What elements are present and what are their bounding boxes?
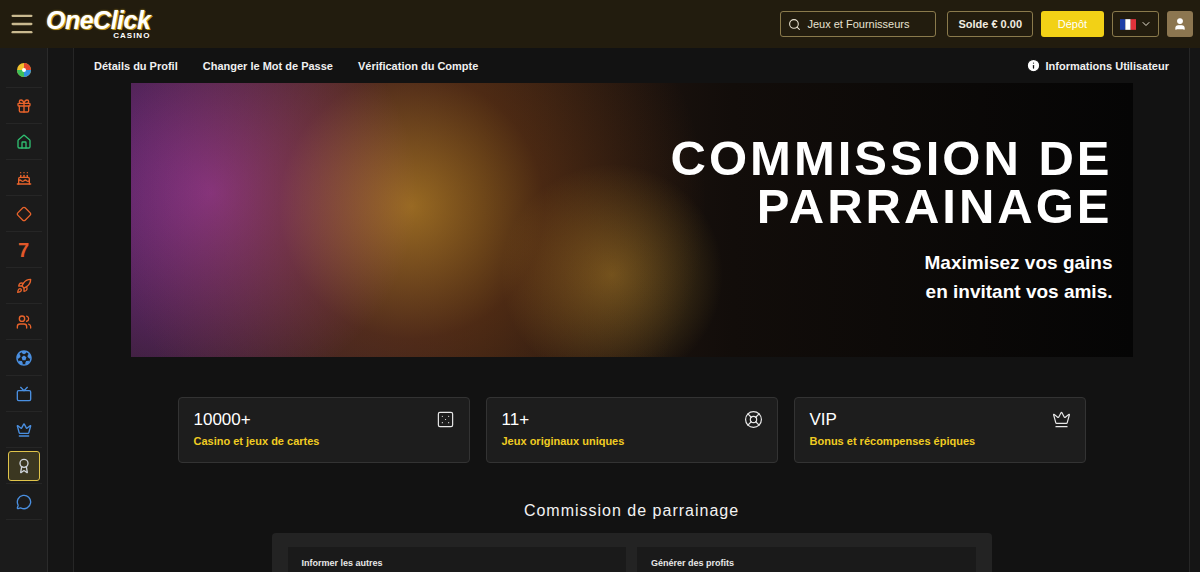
- diamond-icon: [16, 206, 32, 222]
- stat-value: VIP: [810, 410, 976, 430]
- sidebar-item[interactable]: [6, 448, 42, 484]
- sidebar-item-frame: [8, 415, 40, 445]
- stat-label: Casino et jeux de cartes: [194, 435, 320, 447]
- banner-title: PARRAINAGE: [757, 182, 1113, 230]
- sidebar-item-frame: [8, 271, 40, 301]
- cake-icon: [16, 170, 32, 186]
- referral-banner: COMMISSION DEPARRAINAGE Maximisez vos gai…: [131, 83, 1133, 357]
- sidebar-item[interactable]: [6, 484, 42, 520]
- sidebar-item-frame: [8, 199, 40, 229]
- sidebar-item-frame: [8, 343, 40, 373]
- step-card: Générer des profits: [637, 547, 976, 572]
- stat-card: 10000+ Casino et jeux de cartes: [178, 397, 470, 463]
- sidebar-item[interactable]: [6, 196, 42, 232]
- search-placeholder: Jeux et Fournisseurs: [807, 18, 909, 30]
- logo-name: OneClick: [46, 8, 150, 33]
- chip-icon: [744, 410, 763, 429]
- step-card: Informer les autres: [288, 547, 627, 572]
- stat-value: 11+: [502, 410, 625, 430]
- sidebar-item-frame: [8, 379, 40, 409]
- rocket-icon: [16, 278, 32, 294]
- sidebar-item[interactable]: [6, 52, 42, 88]
- stats-row: 10000+ Casino et jeux de cartes 11+ Jeux or…: [178, 397, 1086, 463]
- search-icon: [788, 18, 801, 31]
- sidebar-item[interactable]: 7: [6, 232, 42, 268]
- gift-icon: [16, 98, 32, 114]
- sidebar-item-frame: [8, 91, 40, 121]
- seven-icon: 7: [18, 240, 29, 260]
- profile-tabs: Détails du Profil Changer le Mot de Passe…: [74, 48, 1189, 83]
- profile-tab[interactable]: Changer le Mot de Passe: [203, 60, 333, 72]
- sidebar-item-frame: [8, 451, 40, 481]
- france-flag-icon: [1120, 19, 1136, 30]
- tv-icon: [16, 386, 32, 402]
- sidebar-item-frame: [8, 163, 40, 193]
- stat-card: 11+ Jeux originaux uniques: [486, 397, 778, 463]
- section-title: Commission de parrainage: [74, 499, 1189, 523]
- sidebar-item-frame: [8, 487, 40, 517]
- stat-label: Bonus et récompenses épiques: [810, 435, 976, 447]
- crown-icon: [16, 422, 32, 438]
- sidebar-item[interactable]: [6, 376, 42, 412]
- sidebar-item[interactable]: [6, 268, 42, 304]
- user-button[interactable]: [1167, 11, 1193, 37]
- sidebar-item-frame: [8, 55, 40, 85]
- logo[interactable]: OneClickCASINO: [46, 8, 150, 40]
- balance[interactable]: Solde € 0.00: [947, 11, 1033, 37]
- sidebar-item[interactable]: [6, 340, 42, 376]
- sidebar-item[interactable]: [6, 160, 42, 196]
- menu-button[interactable]: [8, 10, 36, 38]
- banner-subtitle: en invitant vos amis.: [926, 277, 1113, 306]
- logo-sub: CASINO: [113, 32, 150, 40]
- dice-icon: [436, 410, 455, 429]
- crown-icon: [1052, 410, 1071, 429]
- deposit-button[interactable]: Dépôt: [1041, 11, 1104, 37]
- stat-label: Jeux originaux uniques: [502, 435, 625, 447]
- language-select[interactable]: [1112, 11, 1159, 37]
- banner-subtitle: Maximisez vos gains: [925, 248, 1113, 277]
- steps-panel: Informer les autres Générer des profits: [272, 533, 992, 572]
- sidebar-item[interactable]: [6, 412, 42, 448]
- banner-title: COMMISSION DE: [671, 134, 1113, 182]
- sidebar-item[interactable]: [6, 304, 42, 340]
- user-info-link[interactable]: Informations Utilisateur: [1026, 58, 1169, 73]
- profile-tab[interactable]: Vérification du Compte: [358, 60, 478, 72]
- chevron-down-icon: [1140, 18, 1152, 30]
- search-field[interactable]: Jeux et Fournisseurs: [780, 11, 936, 37]
- content-panel: Détails du Profil Changer le Mot de Passe…: [73, 48, 1190, 572]
- top-bar: OneClickCASINO Jeux et Fournisseurs Solde …: [0, 0, 1200, 48]
- home-icon: [16, 134, 32, 150]
- page: OneClickCASINO Jeux et Fournisseurs Solde …: [0, 0, 1200, 572]
- sidebar-item[interactable]: [6, 124, 42, 160]
- sidebar-item-frame: [8, 307, 40, 337]
- step-title: Informer les autres: [302, 558, 383, 568]
- award-icon: [16, 458, 32, 474]
- sidebar-item[interactable]: [6, 88, 42, 124]
- user-icon: [1173, 17, 1187, 31]
- profile-tab[interactable]: Détails du Profil: [94, 60, 178, 72]
- sidebar-item-frame: [8, 127, 40, 157]
- wheel-icon: [16, 62, 32, 78]
- stat-value: 10000+: [194, 410, 320, 430]
- players-icon: [16, 314, 32, 330]
- info-icon: [1026, 58, 1041, 73]
- stat-card: VIP Bonus et récompenses épiques: [794, 397, 1086, 463]
- sidebar: 7: [0, 48, 48, 572]
- hamburger-icon: [8, 10, 36, 38]
- step-title: Générer des profits: [651, 558, 734, 568]
- chat-icon: [16, 494, 32, 510]
- football-icon: [16, 350, 32, 366]
- sidebar-item-frame: 7: [8, 235, 40, 265]
